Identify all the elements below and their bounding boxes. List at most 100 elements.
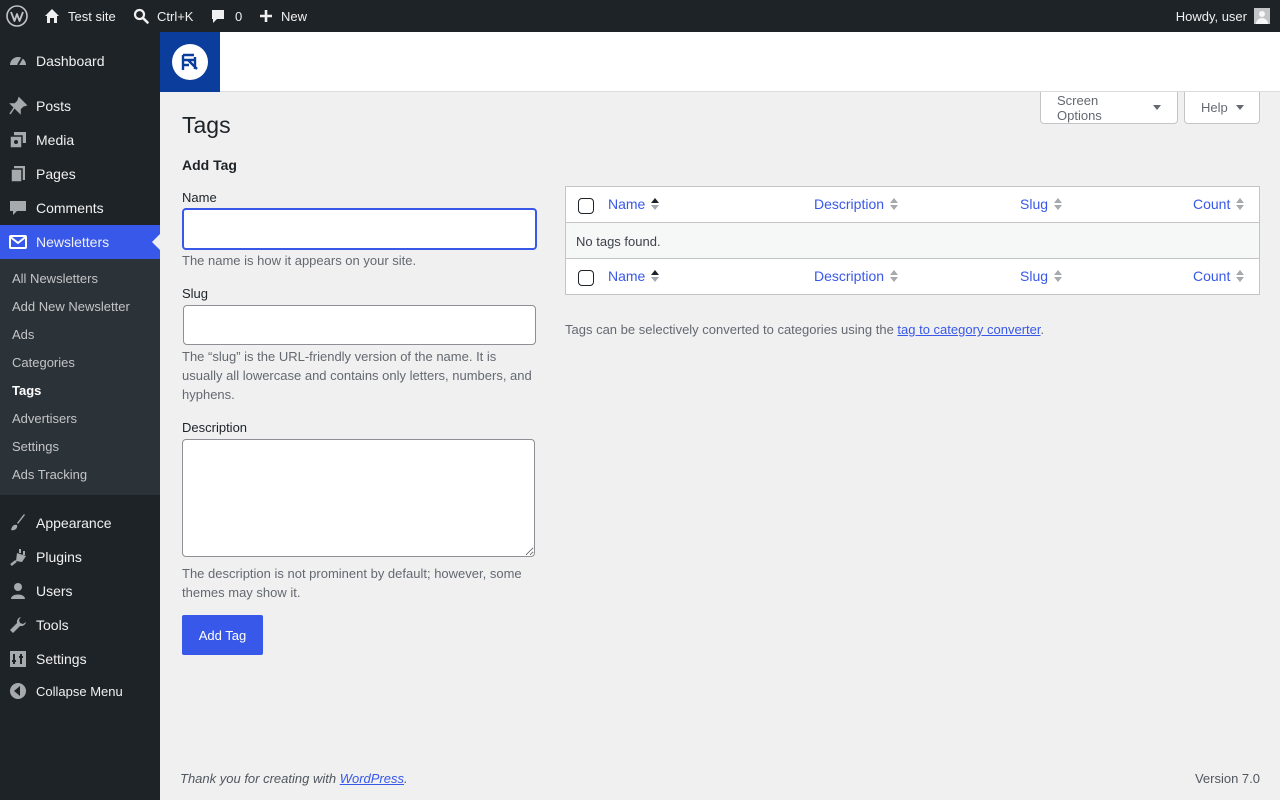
search-shortcut-label: Ctrl+K: [157, 8, 194, 24]
screen-options-label: Screen Options: [1057, 92, 1102, 123]
column-footer-name[interactable]: Name: [608, 268, 660, 284]
description-help: The description is not prominent by defa…: [182, 566, 522, 600]
admin-bar: Test site Ctrl+K 0 New Howdy, user: [0, 0, 1280, 32]
select-all-checkbox-footer[interactable]: [578, 270, 594, 286]
admin-sidebar: Dashboard Posts Media Pages Comments New…: [0, 32, 160, 800]
column-slug-label: Slug: [1020, 268, 1049, 284]
column-footer-description[interactable]: Description: [814, 268, 899, 284]
sort-icon: [1054, 197, 1063, 211]
account-menu[interactable]: Howdy, user: [1176, 0, 1270, 32]
sidebar-item-newsletters[interactable]: Newsletters: [0, 225, 160, 259]
sidebar-item-settings[interactable]: Settings: [0, 642, 160, 676]
caret-down-icon: [1153, 105, 1161, 110]
table-footer-row: Name Description Slug Count: [566, 258, 1259, 294]
submenu-ads[interactable]: Ads: [12, 327, 34, 342]
screen-options-button[interactable]: Screen Options: [1040, 92, 1178, 124]
add-tag-button[interactable]: Add Tag: [182, 615, 263, 655]
user-icon: [8, 581, 28, 601]
add-tag-heading: Add Tag: [182, 157, 237, 173]
sort-icon: [1236, 269, 1245, 283]
submenu-all-newsletters[interactable]: All Newsletters: [12, 271, 98, 286]
description-label: Description: [182, 420, 248, 435]
sidebar-item-plugins[interactable]: Plugins: [0, 540, 160, 574]
sidebar-item-dashboard[interactable]: Dashboard: [0, 44, 160, 78]
converter-note: Tags can be selectively converted to cat…: [565, 322, 1044, 337]
sidebar-item-tools[interactable]: Tools: [0, 608, 160, 642]
sidebar-item-appearance[interactable]: Appearance: [0, 506, 160, 540]
home-icon: [44, 8, 60, 24]
column-header-description[interactable]: Description: [814, 196, 899, 212]
footer-thanks: Thank you for creating with WordPress.: [180, 771, 408, 786]
column-count-label: Count: [1193, 268, 1231, 284]
no-items-message: No tags found.: [576, 234, 661, 249]
collapse-menu-button[interactable]: Collapse Menu: [0, 674, 160, 708]
name-field[interactable]: [182, 208, 537, 250]
collapse-arrow-icon: [8, 681, 28, 701]
sidebar-item-comments[interactable]: Comments: [0, 191, 160, 225]
name-description: The name is how it appears on your site.: [182, 253, 417, 268]
converter-note-period: .: [1040, 322, 1045, 337]
column-count-label: Count: [1193, 196, 1231, 212]
plugin-header: [160, 32, 1280, 92]
select-all-checkbox[interactable]: [578, 198, 594, 214]
converter-note-text: Tags can be selectively converted to cat…: [565, 322, 898, 337]
sort-icon: [1236, 197, 1245, 211]
comment-icon: [8, 198, 28, 218]
column-header-name[interactable]: Name: [608, 196, 660, 212]
help-label: Help: [1201, 100, 1228, 115]
description-field[interactable]: [182, 439, 535, 557]
sidebar-item-media[interactable]: Media: [0, 123, 160, 157]
slug-label: Slug: [182, 286, 209, 301]
column-footer-slug[interactable]: Slug: [1020, 268, 1063, 284]
tag-converter-link[interactable]: tag to category converter: [897, 322, 1040, 337]
sort-ascending-icon: [651, 269, 660, 283]
column-description-label: Description: [814, 268, 885, 284]
sidebar-item-posts[interactable]: Posts: [0, 89, 160, 123]
new-label: New: [281, 8, 308, 24]
avatar: [1254, 8, 1270, 24]
plus-icon: [259, 9, 273, 23]
help-button[interactable]: Help: [1184, 92, 1260, 124]
page-title: Tags: [182, 112, 231, 138]
sort-icon: [890, 197, 899, 211]
slug-description: The “slug” is the URL-friendly version o…: [182, 349, 532, 402]
new-content-link[interactable]: New: [259, 0, 307, 32]
submenu-categories[interactable]: Categories: [12, 355, 75, 370]
sort-icon: [890, 269, 899, 283]
sidebar-item-users[interactable]: Users: [0, 574, 160, 608]
search-icon: [133, 8, 149, 24]
submenu-tags[interactable]: Tags: [12, 383, 41, 398]
envelope-icon: [8, 232, 28, 252]
comments-link[interactable]: 0: [210, 0, 242, 32]
column-header-slug[interactable]: Slug: [1020, 196, 1063, 212]
site-name-link[interactable]: Test site: [44, 0, 116, 32]
sort-icon: [1054, 269, 1063, 283]
column-name-label: Name: [608, 268, 646, 284]
slug-field[interactable]: [183, 305, 536, 345]
pushpin-icon: [8, 96, 28, 116]
column-slug-label: Slug: [1020, 196, 1049, 212]
wordpress-link[interactable]: WordPress: [340, 771, 404, 786]
sidebar-item-pages[interactable]: Pages: [0, 157, 160, 191]
dashboard-icon: [8, 51, 28, 71]
name-label: Name: [182, 190, 217, 205]
sort-ascending-icon: [651, 197, 660, 211]
site-name-label: Test site: [68, 8, 116, 24]
submenu-advertisers[interactable]: Advertisers: [12, 411, 77, 426]
column-description-label: Description: [814, 196, 885, 212]
footer-thanks-period: .: [404, 771, 408, 786]
paintbrush-icon: [8, 513, 28, 533]
tags-table: Name Description Slug Count No tags foun…: [565, 186, 1260, 295]
plugin-logo: [160, 32, 220, 92]
submenu-ads-tracking[interactable]: Ads Tracking: [12, 467, 87, 482]
column-name-label: Name: [608, 196, 646, 212]
wrench-icon: [8, 615, 28, 635]
column-footer-count[interactable]: Count: [1193, 268, 1245, 284]
settings-icon: [8, 649, 28, 669]
wordpress-logo-icon[interactable]: [6, 0, 28, 32]
column-header-count[interactable]: Count: [1193, 196, 1245, 212]
table-header-row: Name Description Slug Count: [566, 187, 1259, 223]
command-palette-link[interactable]: Ctrl+K: [133, 0, 193, 32]
submenu-add-new-newsletter[interactable]: Add New Newsletter: [12, 299, 130, 314]
submenu-settings[interactable]: Settings: [12, 439, 59, 454]
